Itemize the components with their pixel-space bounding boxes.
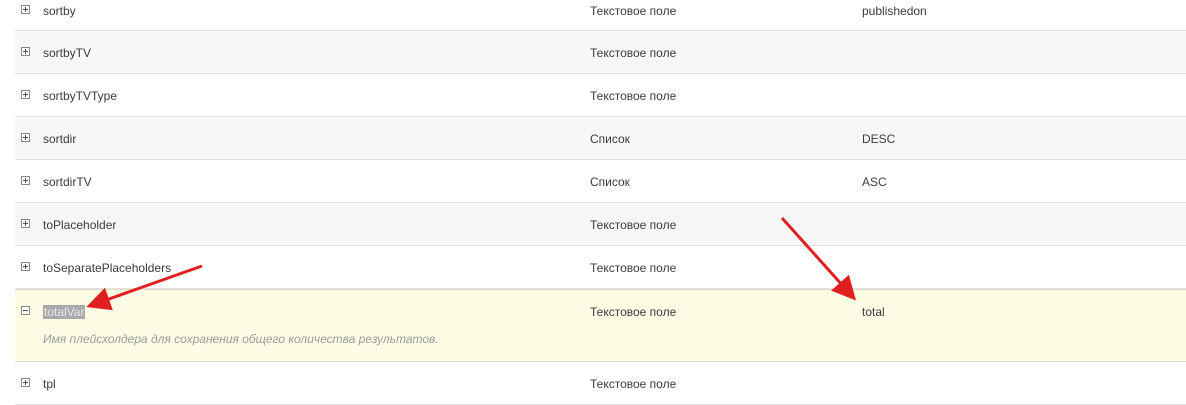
property-value[interactable]: DESC <box>862 132 895 146</box>
property-type: Список <box>590 175 630 189</box>
expand-plus-icon[interactable] <box>21 378 30 387</box>
property-name[interactable]: sortbyTVType <box>43 89 117 103</box>
table-row[interactable]: tpl Текстовое поле <box>15 362 1186 405</box>
property-type: Список <box>590 132 630 146</box>
property-type: Текстовое поле <box>590 261 677 275</box>
collapse-minus-icon[interactable] <box>21 306 30 315</box>
table-row-expanded[interactable]: totalVar Текстовое поле total Имя плейсх… <box>15 289 1186 362</box>
property-name[interactable]: tpl <box>43 377 56 391</box>
expand-plus-icon[interactable] <box>21 219 30 228</box>
table-row[interactable]: sortby Текстовое поле publishedon <box>15 0 1186 31</box>
expand-plus-icon[interactable] <box>21 5 30 14</box>
property-type: Текстовое поле <box>590 89 677 103</box>
property-name[interactable]: toSeparatePlaceholders <box>43 261 171 275</box>
expand-plus-icon[interactable] <box>21 176 30 185</box>
table-row[interactable]: sortdir Список DESC <box>15 117 1186 160</box>
property-type: Текстовое поле <box>590 305 677 319</box>
property-name[interactable]: sortby <box>43 4 76 18</box>
property-value[interactable]: ASC <box>862 175 887 189</box>
property-name[interactable]: totalVar <box>43 305 86 319</box>
table-row[interactable]: toPlaceholder Текстовое поле <box>15 203 1186 246</box>
property-name[interactable]: toPlaceholder <box>43 218 116 232</box>
property-type: Текстовое поле <box>590 46 677 60</box>
table-row[interactable]: sortbyTV Текстовое поле <box>15 31 1186 74</box>
property-value[interactable]: publishedon <box>862 4 927 18</box>
property-value[interactable]: total <box>862 305 885 319</box>
property-type: Текстовое поле <box>590 4 677 18</box>
property-description: Имя плейсхолдера для сохранения общего к… <box>43 332 439 346</box>
selected-text: totalVar <box>43 305 86 319</box>
properties-grid: sortby Текстовое поле publishedon sortby… <box>15 0 1186 405</box>
expand-plus-icon[interactable] <box>21 47 30 56</box>
property-name[interactable]: sortbyTV <box>43 46 91 60</box>
expand-plus-icon[interactable] <box>21 262 30 271</box>
property-name[interactable]: sortdir <box>43 132 76 146</box>
property-type: Текстовое поле <box>590 377 677 391</box>
table-row[interactable]: toSeparatePlaceholders Текстовое поле <box>15 246 1186 289</box>
table-row[interactable]: sortdirTV Список ASC <box>15 160 1186 203</box>
expand-plus-icon[interactable] <box>21 90 30 99</box>
property-type: Текстовое поле <box>590 218 677 232</box>
expand-plus-icon[interactable] <box>21 133 30 142</box>
table-row[interactable]: sortbyTVType Текстовое поле <box>15 74 1186 117</box>
property-name[interactable]: sortdirTV <box>43 175 92 189</box>
